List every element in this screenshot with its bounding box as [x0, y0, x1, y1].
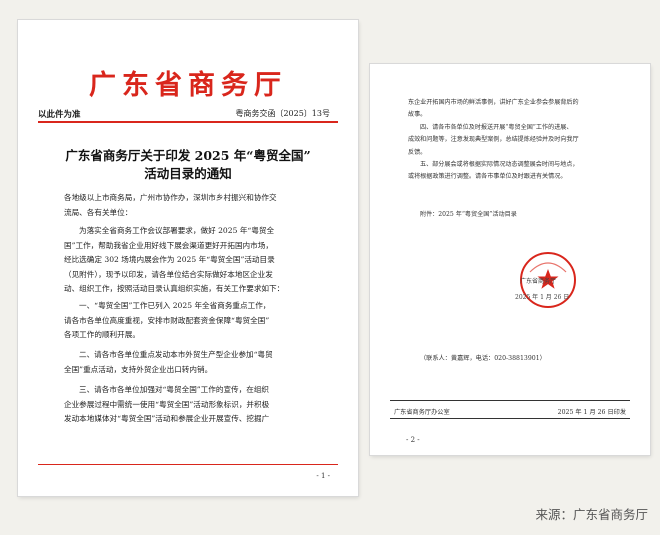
attachment-note: 附件：2025 年“粤贸全国”活动目录	[420, 211, 517, 218]
issuing-office: 广东省商务厅办公室	[394, 409, 450, 416]
paragraph-3: 二、请各市各单位重点发动本市外贸生产型企业参加“粤贸 全国”重点活动，支持外贸企…	[64, 348, 273, 377]
page2-line: 东企业开拓国内市场的鲜活事例，讲好广东企业参会参展背后的	[408, 99, 579, 106]
para4-line: 发动本地媒体对“粤贸全国”活动和参展企业开展宣传、挖掘广	[64, 414, 270, 424]
salutation: 各地级以上市商务局，广州市协作办，深圳市乡村振兴和协作交 流局、各有关单位：	[64, 191, 277, 220]
para3-line: 二、请各市各单位重点发动本市外贸生产型企业参加“粤贸	[79, 350, 273, 359]
image-frame: 广东省商务厅 以此件为准 粤商务交函〔2025〕13号 广东省商务厅关于印发 2…	[6, 6, 654, 497]
para2-line: 请各市各单位高度重视，安排市财政配套资金保障“粤贸全国”	[64, 315, 270, 325]
title-line-2: 活动目录的通知	[144, 166, 232, 181]
para1-line: 为落实全省商务工作会议部署要求，做好 2025 年“粤贸全	[79, 226, 275, 235]
document-title: 广东省商务厅关于印发 2025 年“粤贸全国” 活动目录的通知	[48, 147, 328, 183]
para1-line: 经比选确定 302 场境内展会作为 2025 年“粤贸全国”活动目录	[64, 255, 275, 265]
paragraph-2: 一、“粤贸全国”工作已列入 2025 年全省商务重点工作， 请各市各单位高度重视…	[64, 299, 270, 343]
contact-info: （联系人：黄嘉辉，电话：020-38813901）	[420, 355, 546, 362]
page-number-1: - 1 -	[316, 472, 330, 480]
document-number: 粤商务交函〔2025〕13号	[235, 109, 330, 118]
header-red-rule	[38, 121, 338, 123]
para4-line: 三、请各市各单位加强对“粤贸全国”工作的宣传，在组织	[79, 385, 270, 394]
source-caption: 来源：广东省商务厅	[535, 507, 648, 522]
paragraph-4: 三、请各市各单位加强对“粤贸全国”工作的宣传，在组织 企业参展过程中需统一使用“…	[64, 383, 269, 427]
title-line-1: 广东省商务厅关于印发 2025 年“粤贸全国”	[65, 148, 311, 163]
footer-rule-bottom	[390, 418, 630, 419]
page-number-2: - 2 -	[406, 436, 420, 444]
header-org-title: 广东省商务厅	[89, 70, 287, 101]
print-basis-label: 以此件为准	[38, 110, 81, 120]
document-page-2: 东企业开拓国内市场的鲜活事例，讲好广东企业参会参展背后的 故事。 四、请各市各单…	[370, 64, 650, 455]
para1-line: 动、组织工作，按照活动目录认真组织实施，有关工作要求如下：	[64, 284, 285, 294]
page2-line: 反馈。	[408, 148, 427, 156]
page2-line: 成效和问题等，注意发现典型案例，总结提炼经验并及时向我厅	[408, 136, 579, 144]
salutation-line-1: 各地级以上市商务局，广州市协作办，深圳市乡村振兴和协作交	[64, 193, 277, 202]
seal-org-name: 广东省商务厅	[520, 278, 557, 285]
paragraph-1: 为落实全省商务工作会议部署要求，做好 2025 年“粤贸全 国”工作，帮助我省企…	[64, 224, 284, 297]
para4-line: 企业参展过程中需统一使用“粤贸全国”活动形象标识，并积极	[64, 399, 270, 409]
para1-line: （见附件），现予以印发，请各单位结合实际做好本地区企业发	[64, 269, 273, 279]
page2-line: 故事。	[408, 111, 427, 119]
footer-red-rule	[38, 464, 338, 465]
page2-line: 或将根据政策进行调整。请各市事单位及时跟进有关情况。	[408, 173, 567, 181]
footer-rule-top	[390, 400, 630, 401]
para3-line: 全国”重点活动，支持外贸企业出口转内销。	[64, 364, 213, 374]
print-date: 2025 年 1 月 26 日印发	[557, 409, 626, 416]
para2-line: 一、“粤贸全国”工作已列入 2025 年全省商务重点工作，	[79, 301, 271, 310]
para2-line: 各项工作的顺利开展。	[64, 330, 140, 340]
para1-line: 国”工作，帮助我省企业用好线下展会渠道更好开拓国内市场，	[64, 240, 273, 250]
salutation-line-2: 流局、各有关单位：	[64, 207, 133, 217]
seal-date: 2025 年 1 月 26 日	[515, 294, 570, 301]
page2-line: 四、请各市各单位及时报送开展“粤贸全国”工作的进展、	[420, 123, 573, 131]
page2-line: 五、部分展会或将根据实际情况动态调整展会时间与地点，	[420, 161, 579, 169]
page2-body: 东企业开拓国内市场的鲜活事例，讲好广东企业参会参展背后的 故事。 四、请各市各单…	[408, 97, 579, 184]
document-page-1: 广东省商务厅 以此件为准 粤商务交函〔2025〕13号 广东省商务厅关于印发 2…	[18, 20, 358, 496]
